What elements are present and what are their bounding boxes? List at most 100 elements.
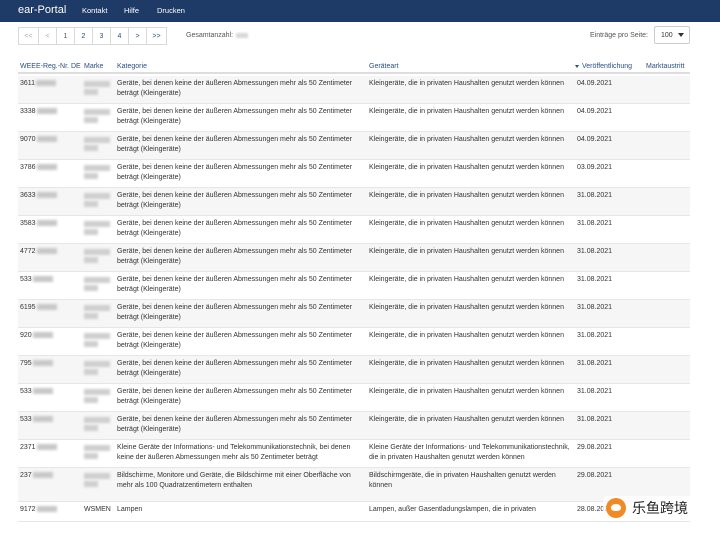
reg-nr-visible: 3786 <box>20 164 36 171</box>
header-category[interactable]: Kategorie <box>117 63 147 70</box>
per-page-label: Einträge pro Seite: <box>590 32 648 39</box>
table-body: 3611 Geräte, bei denen keine der äußeren … <box>18 76 690 522</box>
nav-link-kontakt[interactable]: Kontakt <box>82 6 107 15</box>
header-device-type[interactable]: Geräteart <box>369 63 399 70</box>
table-header: WEEE-Reg.-Nr. DE Marke Kategorie Gerätea… <box>18 60 690 74</box>
reg-nr-visible: 9070 <box>20 136 36 143</box>
reg-nr-cell: 795 <box>20 359 82 369</box>
table-row[interactable]: 3633 Geräte, bei denen keine der äußeren … <box>18 188 690 216</box>
reg-nr-cell: 9070 <box>20 135 82 145</box>
table-row[interactable]: 920 Geräte, bei denen keine der äußeren A… <box>18 328 690 356</box>
redacted-reg-nr <box>32 332 53 339</box>
reg-nr-visible: 533 <box>20 276 32 283</box>
pager-page-1[interactable]: 1 <box>56 27 75 45</box>
table-row[interactable]: 533 Geräte, bei denen keine der äußeren A… <box>18 272 690 300</box>
sort-desc-icon <box>575 64 579 68</box>
device-type-cell: Kleingeräte, die in privaten Haushalten … <box>369 248 564 255</box>
brand-cell <box>84 303 114 319</box>
table-row[interactable]: 533 Geräte, bei denen keine der äußeren A… <box>18 384 690 412</box>
published-date-cell: 31.08.2021 <box>577 304 613 311</box>
reg-nr-cell: 533 <box>20 415 82 425</box>
reg-nr-visible: 3611 <box>20 80 36 87</box>
table-row[interactable]: 3611 Geräte, bei denen keine der äußeren … <box>18 76 690 104</box>
watermark-text: 乐鱼跨境 <box>632 501 688 517</box>
redacted-reg-nr <box>36 220 57 227</box>
brand-cell <box>84 191 114 207</box>
reg-nr-visible: 237 <box>20 472 32 479</box>
category-cell: Bildschirme, Monitore und Geräte, die Bi… <box>117 472 351 489</box>
redacted-brand <box>84 361 110 367</box>
redacted-brand <box>84 313 98 319</box>
header-reg-nr[interactable]: WEEE-Reg.-Nr. DE <box>20 63 81 70</box>
reg-nr-cell: 237 <box>20 471 82 481</box>
table-row[interactable]: 3583 Geräte, bei denen keine der äußeren … <box>18 216 690 244</box>
fish-logo-icon <box>606 498 626 518</box>
redacted-brand <box>84 201 98 207</box>
reg-nr-visible: 4772 <box>20 248 36 255</box>
redacted-brand <box>84 257 98 263</box>
table-row[interactable]: 4772 Geräte, bei denen keine der äußeren … <box>18 244 690 272</box>
nav-link-hilfe[interactable]: Hilfe <box>124 6 139 15</box>
redacted-brand <box>84 173 98 179</box>
table-row[interactable]: 9172 WSMEN Lampen Lampen, außer Gasentladun… <box>18 502 690 522</box>
header-published-label: Veröffentlichung <box>582 63 633 70</box>
table-row[interactable]: 3338 Geräte, bei denen keine der äußeren … <box>18 104 690 132</box>
header-market-exit[interactable]: Marktaustritt <box>646 63 685 70</box>
nav-link-drucken[interactable]: Drucken <box>157 6 185 15</box>
redacted-reg-nr <box>36 192 57 199</box>
reg-nr-cell: 3338 <box>20 107 82 117</box>
published-date-cell: 31.08.2021 <box>577 332 613 339</box>
pager-prev-button[interactable]: < <box>38 27 57 45</box>
redacted-brand <box>84 285 98 291</box>
brand-cell <box>84 107 114 123</box>
device-type-cell: Kleingeräte, die in privaten Haushalten … <box>369 304 564 311</box>
category-cell: Geräte, bei denen keine der äußeren Abme… <box>117 164 353 181</box>
device-type-cell: Kleingeräte, die in privaten Haushalten … <box>369 108 564 115</box>
header-brand[interactable]: Marke <box>84 63 103 70</box>
device-type-cell: Kleingeräte, die in privaten Haushalten … <box>369 192 564 199</box>
device-type-cell: Kleingeräte, die in privaten Haushalten … <box>369 164 564 171</box>
category-cell: Geräte, bei denen keine der äußeren Abme… <box>117 416 353 433</box>
per-page-select[interactable]: 100 <box>654 26 690 44</box>
reg-nr-visible: 3583 <box>20 220 36 227</box>
redacted-reg-nr <box>36 248 57 255</box>
category-cell: Geräte, bei denen keine der äußeren Abme… <box>117 332 353 349</box>
category-cell: Geräte, bei denen keine der äußeren Abme… <box>117 80 353 97</box>
redacted-brand <box>84 473 110 479</box>
pager-page-2[interactable]: 2 <box>74 27 93 45</box>
table-row[interactable]: 533 Geräte, bei denen keine der äußeren A… <box>18 412 690 440</box>
pager-next-button[interactable]: > <box>128 27 147 45</box>
pager-page-3[interactable]: 3 <box>92 27 111 45</box>
category-cell: Geräte, bei denen keine der äußeren Abme… <box>117 136 353 153</box>
brand-cell <box>84 471 114 487</box>
brand-logo[interactable]: ear-Portal <box>18 4 66 16</box>
pager-first-button[interactable]: << <box>18 27 39 45</box>
published-date-cell: 31.08.2021 <box>577 220 613 227</box>
redacted-brand <box>84 117 98 123</box>
category-cell: Geräte, bei denen keine der äußeren Abme… <box>117 360 353 377</box>
reg-nr-cell: 3611 <box>20 79 82 89</box>
redacted-brand <box>84 165 110 171</box>
redacted-brand <box>84 137 110 143</box>
table-row[interactable]: 795 Geräte, bei denen keine der äußeren A… <box>18 356 690 384</box>
brand-cell: WSMEN <box>84 505 114 515</box>
brand-cell <box>84 79 114 95</box>
redacted-brand <box>84 305 110 311</box>
device-type-cell: Kleine Geräte der Informations- und Tele… <box>369 444 570 461</box>
table-row[interactable]: 3786 Geräte, bei denen keine der äußeren … <box>18 160 690 188</box>
device-type-cell: Bildschirmgeräte, die in privaten Hausha… <box>369 472 556 489</box>
pager-last-button[interactable]: >> <box>146 27 167 45</box>
device-type-cell: Lampen, außer Gasentladungslampen, die i… <box>369 506 536 513</box>
redacted-brand <box>84 397 98 403</box>
reg-nr-visible: 795 <box>20 360 32 367</box>
pager-page-4[interactable]: 4 <box>110 27 129 45</box>
table-row[interactable]: 6195 Geräte, bei denen keine der äußeren … <box>18 300 690 328</box>
published-date-cell: 04.09.2021 <box>577 108 613 115</box>
table-row[interactable]: 237 Bildschirme, Monitore und Geräte, die… <box>18 468 690 502</box>
brand-cell <box>84 387 114 403</box>
reg-nr-cell: 3633 <box>20 191 82 201</box>
header-published[interactable]: Veröffentlichung <box>575 63 632 70</box>
table-row[interactable]: 2371 Kleine Geräte der Informations- und … <box>18 440 690 468</box>
table-row[interactable]: 9070 Geräte, bei denen keine der äußeren … <box>18 132 690 160</box>
device-type-cell: Kleingeräte, die in privaten Haushalten … <box>369 136 564 143</box>
